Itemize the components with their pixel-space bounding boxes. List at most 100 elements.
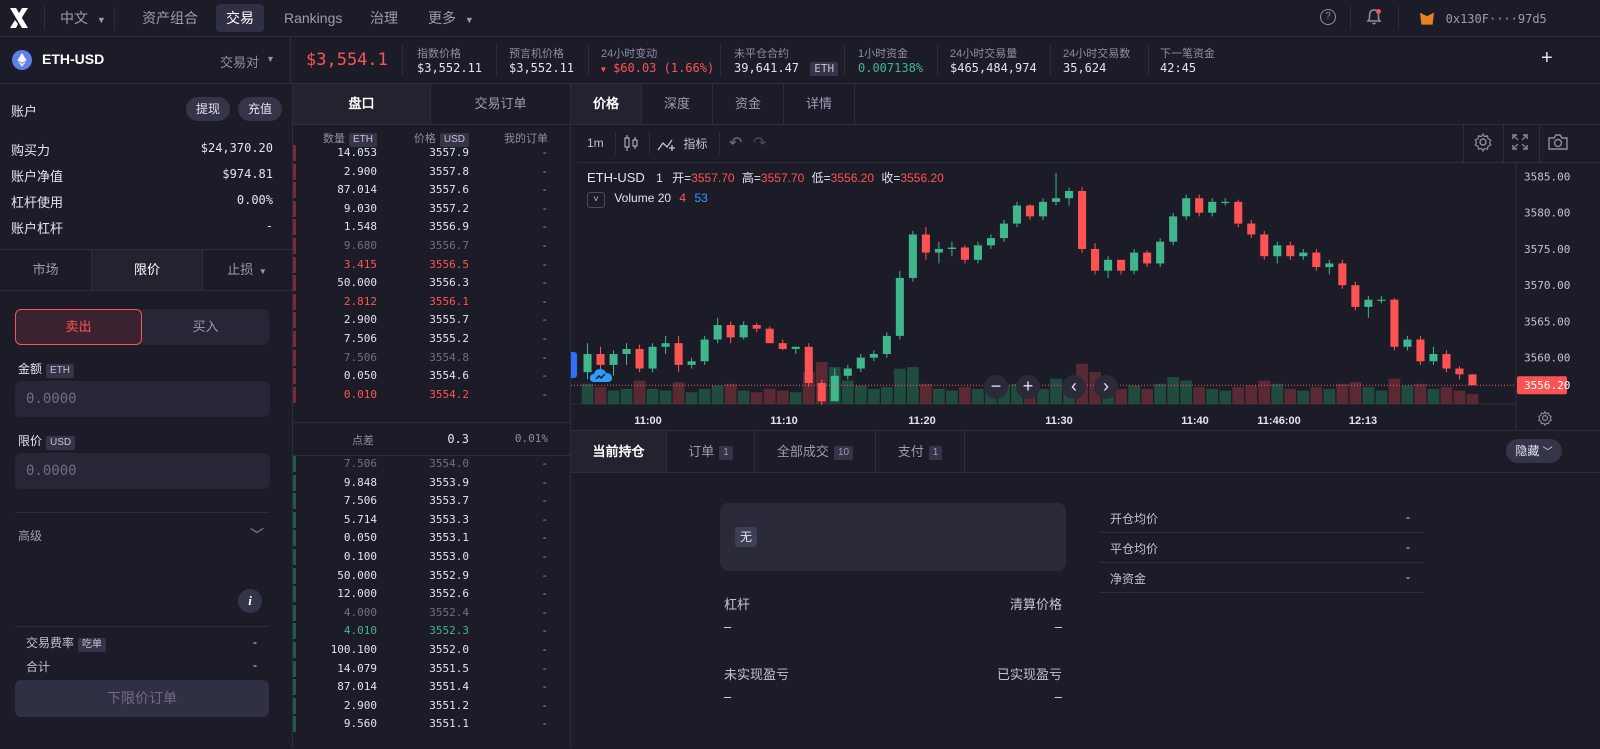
dydx-logo[interactable] [8, 6, 30, 30]
ask-row[interactable]: 7.506 3555.2 - [293, 330, 570, 349]
ask-row[interactable]: 9.680 3556.7 - [293, 237, 570, 256]
sell-button[interactable]: 卖出 [15, 309, 142, 345]
bid-row[interactable]: 0.050 3553.1 - [293, 529, 570, 548]
nav-governance[interactable]: 治理 [370, 0, 398, 36]
bid-row[interactable]: 4.000 3552.4 - [293, 604, 570, 623]
candle [1117, 259, 1126, 271]
add-market-button[interactable]: + [1541, 47, 1553, 70]
nav-more[interactable]: 更多 ▼ [428, 0, 474, 36]
depth-bar [293, 238, 296, 254]
nav-rankings[interactable]: Rankings [284, 0, 342, 36]
chart-zoom-in-button[interactable]: + [1016, 375, 1040, 399]
nav-trade[interactable]: 交易 [216, 4, 264, 32]
nav-portfolio[interactable]: 资产组合 [142, 0, 198, 36]
bid-row[interactable]: 7.506 3553.7 - [293, 492, 570, 511]
tab-orders[interactable]: 订单 1 [667, 431, 755, 472]
chart-zoom-out-button[interactable]: − [984, 375, 1008, 399]
ask-row[interactable]: 0.010 3554.2 - [293, 386, 570, 405]
tab-funding[interactable]: 资金 [713, 84, 784, 124]
bid-row[interactable]: 7.506 3554.0 - [293, 455, 570, 474]
advanced-toggle[interactable]: 高级 ﹀ [18, 527, 266, 547]
tab-positions[interactable]: 当前持仓 [571, 431, 667, 472]
tab-orderbook[interactable]: 盘口 [293, 84, 431, 124]
bid-row[interactable]: 9.848 3553.9 - [293, 474, 570, 493]
ask-row[interactable]: 7.506 3554.8 - [293, 349, 570, 368]
candles-icon[interactable] [623, 133, 639, 156]
deposit-button[interactable]: 充值 [238, 97, 282, 121]
depth-bar [293, 604, 296, 621]
settings-icon[interactable] [1473, 132, 1493, 155]
chart-scroll-handle[interactable] [571, 352, 577, 378]
help-icon[interactable]: ? [1320, 9, 1336, 25]
place-order-button[interactable]: 下限价订单 [15, 680, 269, 717]
tab-payments[interactable]: 支付 1 [876, 431, 965, 472]
limit-price-input[interactable]: 0.0000 [15, 453, 270, 489]
market-selector[interactable]: ETH-USD 交易对 ▼ [0, 37, 290, 83]
ask-mine: - [541, 332, 548, 345]
candle [596, 354, 605, 365]
language-selector[interactable]: 中文 ▼ [60, 0, 106, 36]
bid-row[interactable]: 12.000 3552.6 - [293, 585, 570, 604]
trades-24h-value: 35,624 [1063, 61, 1107, 75]
candle [622, 348, 631, 355]
hide-button[interactable]: 隐藏 ﹀ [1506, 439, 1562, 463]
ask-row[interactable]: 2.812 3556.1 - [293, 293, 570, 312]
tab-depth[interactable]: 深度 [642, 84, 713, 124]
unrealized-pnl-label: 未实现盈亏 [724, 667, 790, 682]
undo-icon[interactable]: ↶ [729, 133, 742, 153]
tab-price[interactable]: 价格 [571, 84, 642, 124]
ask-row[interactable]: 2.900 3557.8 - [293, 163, 570, 182]
candle [700, 339, 709, 362]
indicators-button[interactable]: 指标 [657, 135, 707, 152]
tab-fills[interactable]: 全部成交 10 [755, 431, 876, 472]
info-icon[interactable]: i [238, 589, 262, 613]
bid-row[interactable]: 2.900 3551.2 - [293, 697, 570, 716]
depth-bar [293, 660, 296, 677]
ask-row[interactable]: 14.053 3557.9 - [293, 144, 570, 163]
candle [1377, 299, 1386, 301]
ask-row[interactable]: 1.548 3556.9 - [293, 218, 570, 237]
wallet-button[interactable]: 0x130F····97d5 [1420, 10, 1547, 26]
bid-row[interactable]: 5.714 3553.3 - [293, 511, 570, 530]
buy-button[interactable]: 买入 [142, 309, 269, 345]
withdraw-button[interactable]: 提现 [186, 97, 230, 121]
chart-scroll-left-button[interactable]: ‹ [1062, 375, 1086, 399]
chart-scroll-right-button[interactable]: › [1094, 375, 1118, 399]
bid-row[interactable]: 4.010 3552.3 - [293, 622, 570, 641]
interval-button[interactable]: 1m [587, 136, 604, 150]
tab-trades[interactable]: 交易订单 [431, 84, 570, 124]
bid-row[interactable]: 0.100 3553.0 - [293, 548, 570, 567]
bell-icon[interactable] [1366, 8, 1382, 29]
bid-row[interactable]: 100.100 3552.0 - [293, 641, 570, 660]
volume-bar [1323, 388, 1336, 404]
candle [1091, 248, 1100, 271]
ask-row[interactable]: 0.050 3554.6 - [293, 367, 570, 386]
bid-mine: - [541, 475, 548, 489]
bid-row[interactable]: 14.079 3551.5 - [293, 660, 570, 679]
ask-row[interactable]: 3.415 3556.5 - [293, 256, 570, 275]
ask-row[interactable]: 87.014 3557.6 - [293, 181, 570, 200]
tab-market[interactable]: 市场 [0, 250, 91, 290]
ask-row[interactable]: 50.000 3556.3 - [293, 274, 570, 293]
ask-size: 87.014 [337, 183, 377, 197]
tab-limit[interactable]: 限价 [91, 250, 203, 290]
fullscreen-icon[interactable] [1511, 133, 1529, 154]
amount-input[interactable]: 0.0000 [15, 381, 270, 417]
ask-row[interactable]: 9.030 3557.2 - [293, 200, 570, 219]
camera-icon[interactable] [1547, 133, 1569, 154]
volume-bar [1050, 378, 1062, 404]
bid-row[interactable]: 50.000 3552.9 - [293, 567, 570, 586]
ask-price: 3555.7 [429, 313, 469, 327]
volume-bar [620, 388, 633, 404]
tab-details[interactable]: 详情 [784, 84, 855, 124]
tab-stop-label: 止损 [227, 262, 254, 277]
axis-settings-icon[interactable] [1537, 410, 1553, 429]
tab-orders-label: 订单 [688, 444, 715, 459]
bid-row[interactable]: 9.560 3551.1 - [293, 715, 570, 734]
redo-icon[interactable]: ↷ [753, 133, 766, 153]
bid-mine: - [541, 624, 548, 638]
tab-stop[interactable]: 止损 ▼ [202, 250, 292, 290]
bid-row[interactable]: 87.014 3551.4 - [293, 678, 570, 697]
ask-row[interactable]: 2.900 3555.7 - [293, 311, 570, 330]
oracle-price-label: 预言机价格 [509, 48, 564, 60]
